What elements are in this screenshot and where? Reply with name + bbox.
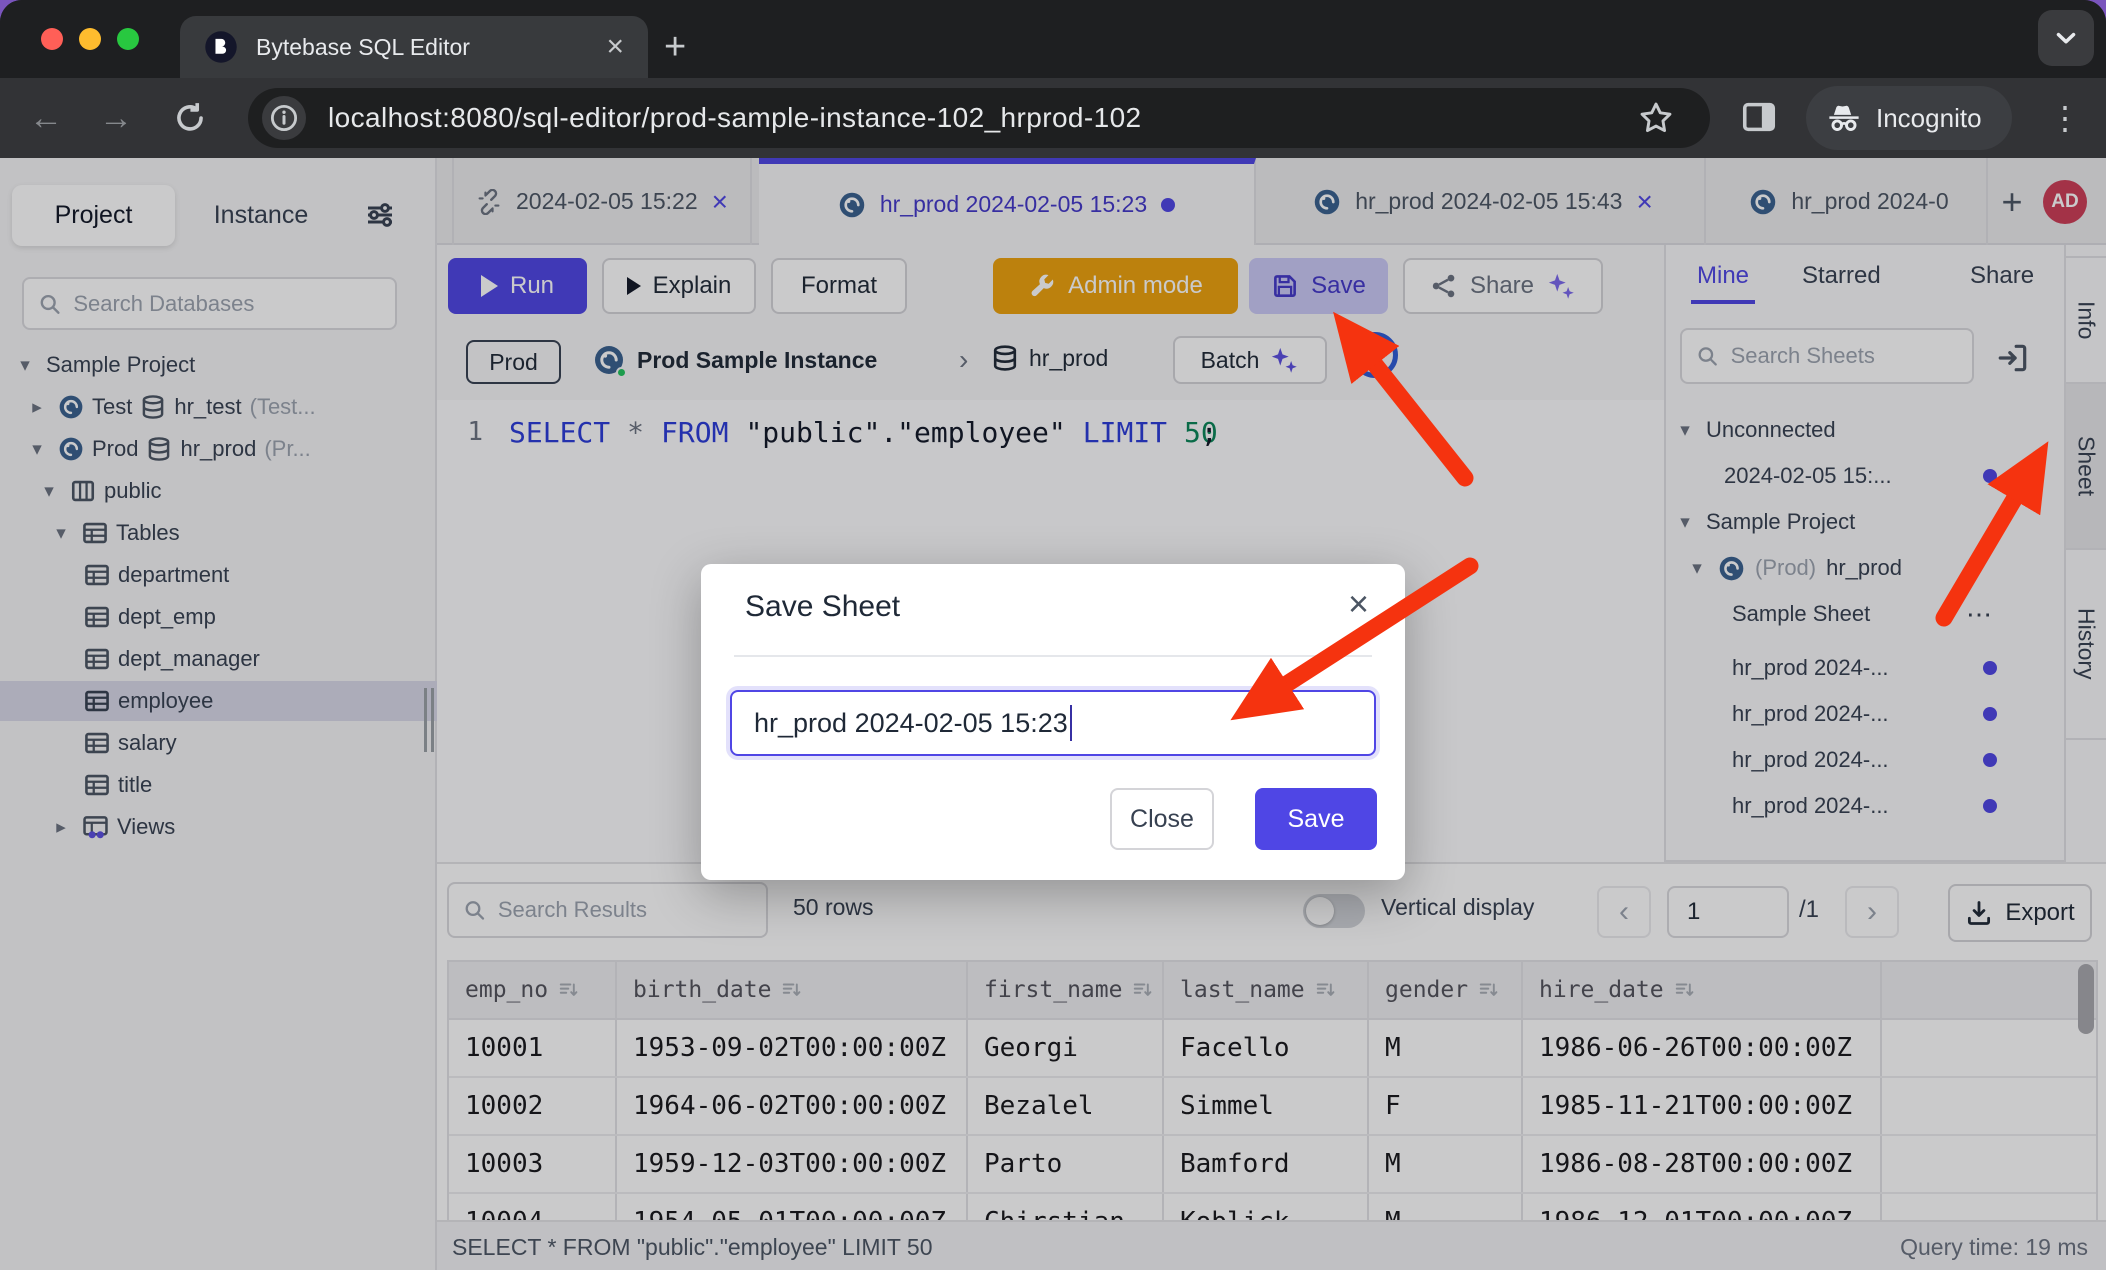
address-bar[interactable]: localhost:8080/sql-editor/prod-sample-in… — [248, 88, 1710, 148]
dialog-close-button[interactable]: Close — [1110, 788, 1214, 850]
chevron-down-icon — [2051, 23, 2081, 53]
window-zoom-button[interactable] — [117, 28, 139, 50]
bytebase-favicon-icon — [204, 30, 238, 64]
url-text: localhost:8080/sql-editor/prod-sample-in… — [328, 102, 1142, 134]
screenshot-root: Bytebase SQL Editor × + ← → localhost:80… — [0, 0, 2106, 1270]
back-button[interactable]: ← — [18, 78, 74, 158]
tab-search-button[interactable] — [2038, 10, 2094, 66]
forward-button[interactable]: → — [88, 78, 144, 158]
browser-tab[interactable]: Bytebase SQL Editor × — [180, 16, 648, 78]
dialog-save-button[interactable]: Save — [1255, 788, 1377, 850]
sheet-name-input[interactable]: hr_prod 2024-02-05 15:23 — [730, 690, 1376, 756]
dialog-title: Save Sheet — [745, 590, 900, 624]
browser-window: Bytebase SQL Editor × + ← → localhost:80… — [0, 0, 2106, 1270]
incognito-icon — [1826, 100, 1862, 136]
incognito-label: Incognito — [1876, 103, 1982, 134]
new-tab-button[interactable]: + — [664, 26, 686, 69]
close-tab-icon[interactable]: × — [606, 32, 624, 62]
window-minimize-button[interactable] — [79, 28, 101, 50]
refresh-button[interactable] — [162, 78, 218, 158]
site-info-icon[interactable] — [262, 96, 306, 140]
chrome-tab-strip: Bytebase SQL Editor × + — [0, 0, 2106, 78]
window-close-button[interactable] — [41, 28, 63, 50]
close-dialog-icon[interactable]: × — [1348, 586, 1369, 622]
incognito-badge: Incognito — [1806, 86, 2012, 150]
browser-menu-icon[interactable]: ⋮ — [2040, 78, 2090, 158]
side-panel-icon[interactable] — [1740, 98, 1778, 141]
bookmark-star-icon[interactable] — [1638, 100, 1674, 141]
browser-tab-title: Bytebase SQL Editor — [256, 34, 588, 61]
save-sheet-dialog: Save Sheet × hr_prod 2024-02-05 15:23 Cl… — [701, 564, 1405, 880]
dialog-divider — [734, 655, 1372, 657]
text-caret — [1070, 705, 1072, 741]
chrome-toolbar: ← → localhost:8080/sql-editor/prod-sampl… — [0, 78, 2106, 158]
